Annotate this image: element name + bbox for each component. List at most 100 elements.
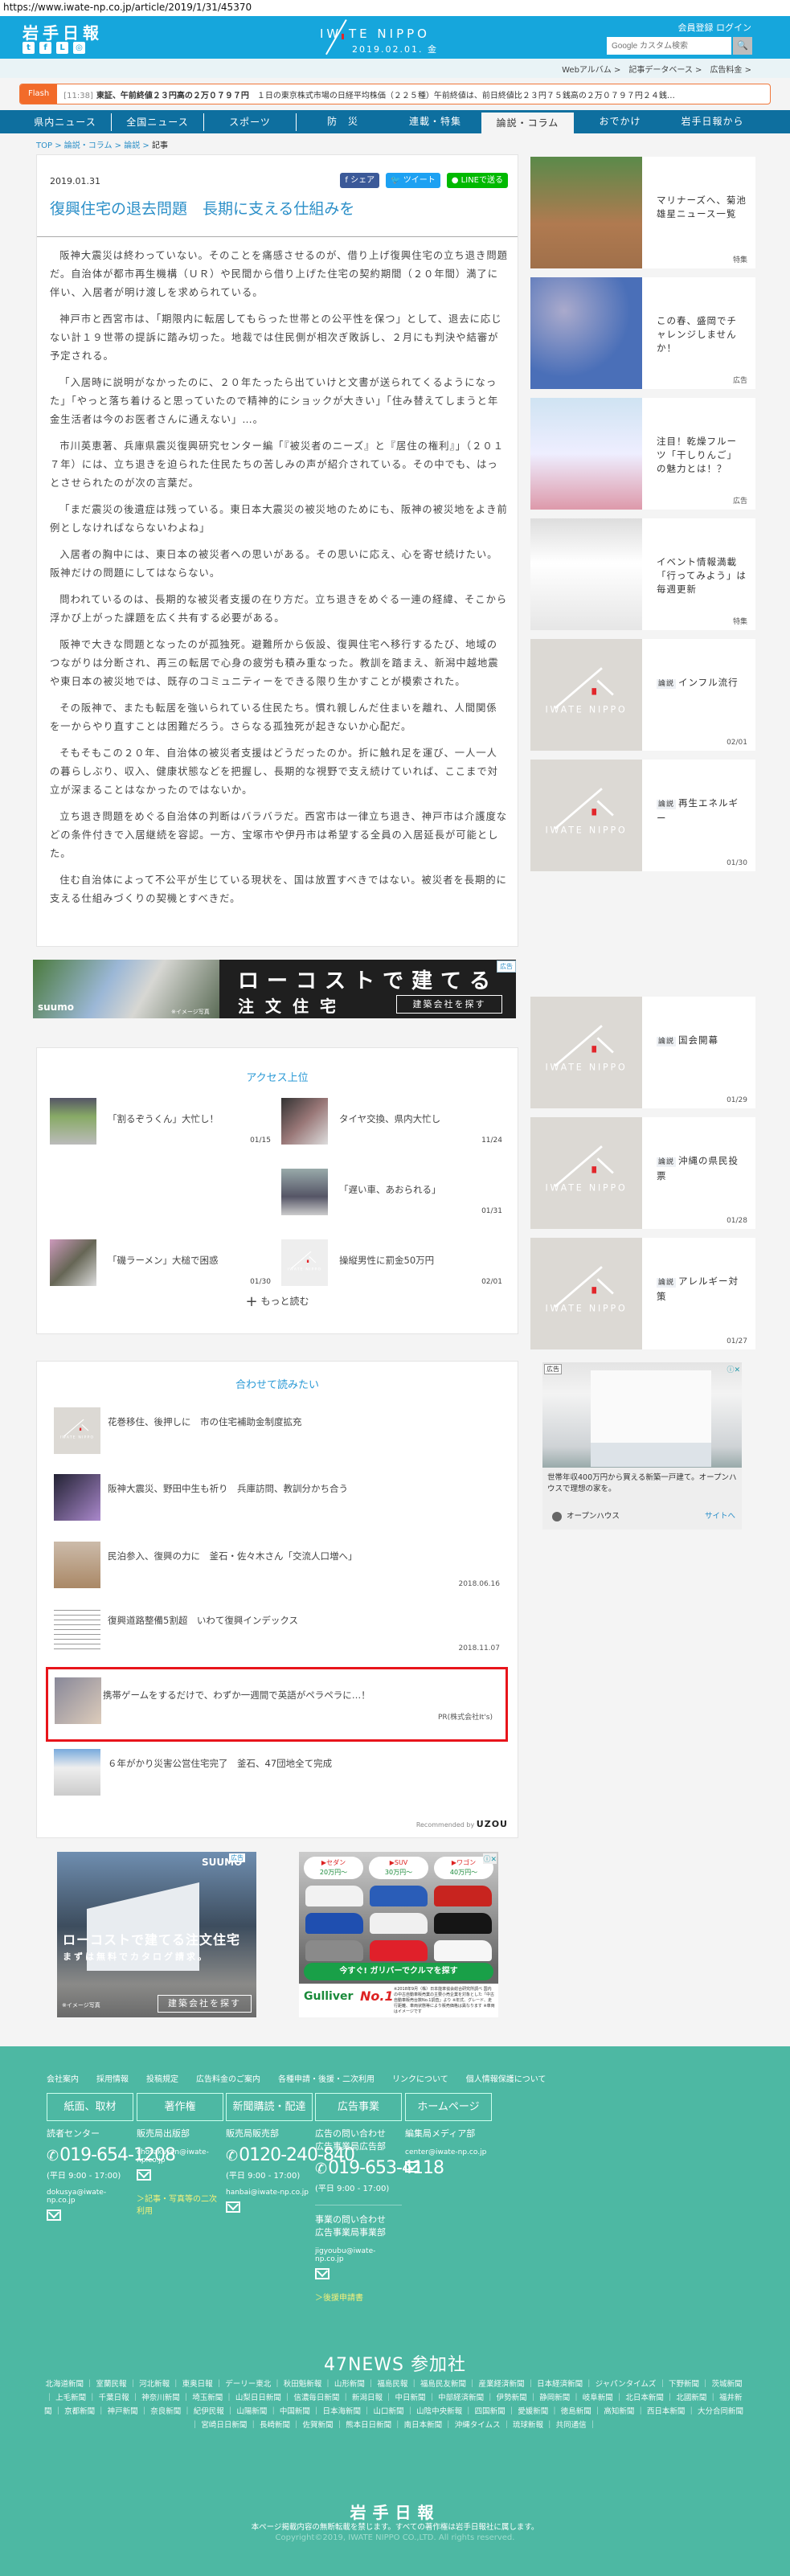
sidebar-item-title[interactable]: 注目！乾燥フルーツ「干しりんご」の魅力とは！？ xyxy=(657,435,747,476)
sidebar-item[interactable]: IWATE NIPPO 論説 国会開幕 01/29 xyxy=(530,997,755,1108)
sidebar-item-title[interactable]: 論説 インフル流行 xyxy=(657,676,747,691)
news47-member[interactable]: 東奥日報 xyxy=(182,2380,213,2389)
item-title[interactable]: 阪神大震災、野田中生も祈り 兵庫訪問、教訓分かち合う xyxy=(108,1482,348,1495)
sidebar-item-title[interactable]: 論説 アレルギー対策 xyxy=(657,1275,747,1304)
item-title[interactable]: 携帯ゲームをするだけで、わずか一週間で英語がペラペラに…！ xyxy=(103,1689,370,1702)
ad-cta-button[interactable]: 建築会社を探す xyxy=(396,995,502,1014)
footer-link[interactable]: 広告料金のご案内 xyxy=(196,2072,260,2084)
mail-icon[interactable] xyxy=(137,2169,151,2181)
news47-member[interactable]: 四国新聞 xyxy=(475,2407,506,2416)
ad-cta-button[interactable]: 建築会社を探す xyxy=(158,1995,252,2013)
news47-member[interactable]: 伊勢新聞 xyxy=(497,2394,527,2402)
footer-column-heading[interactable]: ホームページ xyxy=(405,2093,492,2121)
news47-member[interactable]: 大分合同新聞 xyxy=(698,2407,743,2416)
subnav-link[interactable]: 記事データベース > xyxy=(628,63,702,75)
news47-member[interactable]: 愛媛新聞 xyxy=(518,2407,548,2416)
footer-link[interactable]: 各種申請・後援・二次利用 xyxy=(278,2072,375,2084)
footer-link[interactable]: 会社案内 xyxy=(47,2072,79,2084)
sidebar-item[interactable]: イベント情報満載「行ってみよう」は毎週更新 特集 xyxy=(530,518,755,630)
sidebar-item[interactable]: IWATE NIPPO 論説 再生エネルギー 01/30 xyxy=(530,760,755,871)
news47-member[interactable]: 福島民報 xyxy=(377,2380,407,2389)
ad-label[interactable]: 広告 xyxy=(497,960,516,973)
news47-member[interactable]: 福島民友新聞 xyxy=(420,2380,466,2389)
footer-extra-link[interactable]: ＞後援申請書 xyxy=(315,2291,402,2303)
news47-member[interactable]: 熊本日日新聞 xyxy=(346,2421,391,2430)
news47-member[interactable]: 千葉日報 xyxy=(99,2394,129,2402)
nav-tab[interactable]: 論説・コラム xyxy=(481,113,574,133)
news47-member[interactable]: 新潟日報 xyxy=(352,2394,383,2402)
sidebar-item-title[interactable]: この春、盛岡でチャレンジしませんか！ xyxy=(657,314,747,355)
news47-member[interactable]: 埼玉新聞 xyxy=(192,2394,223,2402)
gulliver-ad[interactable]: ▶セダン 20万円～ ▶SUV 30万円～ ▶ワゴン 40万円～ 今すぐ! ガリバーでクル… xyxy=(299,1852,498,2017)
news47-member[interactable]: 宮崎日日新聞 xyxy=(201,2421,247,2430)
recommended-by[interactable]: Recommended by UZOU xyxy=(416,1819,508,1829)
news47-member[interactable]: 高知新聞 xyxy=(604,2407,634,2416)
mail-icon[interactable] xyxy=(405,2161,420,2173)
facebook-icon[interactable]: f xyxy=(39,42,51,54)
ranking-item[interactable]: 「割るぞうくん」大忙し！ 01/15 xyxy=(50,1098,271,1145)
news47-member[interactable]: 室蘭民報 xyxy=(96,2380,127,2389)
news47-member[interactable]: 長崎新聞 xyxy=(260,2421,290,2430)
news47-member[interactable]: 山口新聞 xyxy=(374,2407,404,2416)
category-pill[interactable]: ▶セダン 20万円～ xyxy=(304,1857,363,1879)
category-pill[interactable]: ▶SUV 30万円～ xyxy=(369,1857,428,1879)
address-bar[interactable]: https://www.iwate-np.co.jp/article/2019/… xyxy=(0,0,790,16)
news47-member[interactable]: 静岡新聞 xyxy=(539,2394,570,2402)
ranking-item[interactable]: 「遅い車、あおられる」 01/31 xyxy=(281,1169,502,1215)
related-item[interactable]: 阪神大震災、野田中生も祈り 兵庫訪問、教訓分かち合う xyxy=(54,1474,500,1521)
footer-column-heading[interactable]: 広告事業 xyxy=(315,2093,402,2121)
sidebar-item[interactable]: マリナーズへ、菊池雄星ニュース一覧 特集 xyxy=(530,157,755,268)
news47-member[interactable]: 山陰中央新報 xyxy=(416,2407,462,2416)
sidebar-item[interactable]: この春、盛岡でチャレンジしませんか！ 広告 xyxy=(530,277,755,389)
ad-cta-button[interactable]: 今すぐ! ガリバーでクルマを探す xyxy=(304,1963,493,1980)
footer-column-heading[interactable]: 新聞購読・配達 xyxy=(226,2093,313,2121)
tweet-button[interactable]: 🐦 ツイート xyxy=(386,173,440,188)
news47-member[interactable]: 中国新聞 xyxy=(280,2407,310,2416)
related-item[interactable]: ６年がかり災害公営住宅完了 釜石、47団地全て完成 xyxy=(54,1749,500,1796)
nav-tab[interactable]: おでかけ xyxy=(574,110,666,133)
news47-member[interactable]: 南日本新聞 xyxy=(404,2421,443,2430)
news47-member[interactable]: 日本経済新聞 xyxy=(537,2380,583,2389)
sidebar-ad[interactable]: 広告 ⓘ✕ 世帯年収400万円から買える新築一戸建て。オープンハウスで理想の家を… xyxy=(542,1362,742,1530)
news47-member[interactable]: 河北新報 xyxy=(139,2380,170,2389)
email-address[interactable]: chosakuken@iwate-np.co.jp xyxy=(137,2148,223,2164)
news47-member[interactable]: 岐阜新聞 xyxy=(583,2394,613,2402)
sidebar-item-title[interactable]: 論説 国会開幕 xyxy=(657,1034,747,1049)
email-address[interactable]: hanbai@iwate-np.co.jp xyxy=(226,2189,313,2197)
news47-member[interactable]: 秋田魁新報 xyxy=(284,2380,322,2389)
nav-tab[interactable]: 全国ニュース xyxy=(112,113,204,131)
email-address[interactable]: dokusya@iwate-np.co.jp xyxy=(47,2189,133,2205)
sponsored-item[interactable]: 携帯ゲームをするだけで、わずか一週間で英語がペラペラに…！ PR(株式会社It's… xyxy=(46,1667,508,1742)
email-address[interactable]: jigyoubu@iwate-np.co.jp xyxy=(315,2247,402,2263)
footer-extra-link[interactable]: ＞記事・写真等の二次利用 xyxy=(137,2192,223,2216)
footer-link[interactable]: 個人情報保護について xyxy=(466,2072,546,2084)
news47-member[interactable]: 信濃毎日新聞 xyxy=(293,2394,339,2402)
sidebar-item-title[interactable]: 論説 再生エネルギー xyxy=(657,797,747,825)
sidebar-item[interactable]: IWATE NIPPO 論説 アレルギー対策 01/27 xyxy=(530,1238,755,1349)
suumo-square-ad[interactable]: SUUMO 広告 ローコストで建てる注文住宅 まずは無料でカタログ請求。 ※イメ… xyxy=(57,1852,256,2017)
item-title[interactable]: ６年がかり災害公営住宅完了 釜石、47団地全て完成 xyxy=(108,1757,332,1770)
mail-icon[interactable] xyxy=(315,2268,330,2279)
news47-member[interactable]: 北海道新聞 xyxy=(45,2380,84,2389)
brand-logo[interactable]: IW TE NIPPO 2019.02.01. 金 xyxy=(313,19,482,56)
news47-member[interactable]: 山形新聞 xyxy=(334,2380,365,2389)
nav-tab[interactable]: スポーツ xyxy=(204,113,297,131)
news47-member[interactable]: ジャパンタイムズ xyxy=(596,2380,657,2389)
ranking-title[interactable]: 操縦男性に罰金50万円 xyxy=(339,1254,434,1267)
nav-tab[interactable]: 岩手日報から xyxy=(666,110,759,133)
subnav-link[interactable]: 広告料金 > xyxy=(710,63,751,75)
breadcrumb-item[interactable]: 論説 xyxy=(124,141,140,150)
news47-member[interactable]: 北國新聞 xyxy=(676,2394,706,2402)
ranking-title[interactable]: 「遅い車、あおられる」 xyxy=(339,1183,441,1196)
news47-member[interactable]: 神戸新聞 xyxy=(108,2407,138,2416)
news47-member[interactable]: 北日本新聞 xyxy=(625,2394,664,2402)
ad-site-link[interactable]: サイトへ xyxy=(705,1509,735,1521)
related-item[interactable]: 復興道路整備5割超 いわて復興インデックス 2018.11.07 xyxy=(54,1606,500,1652)
mail-icon[interactable] xyxy=(47,2209,61,2221)
sidebar-item[interactable]: 注目！乾燥フルーツ「干しりんご」の魅力とは！？ 広告 xyxy=(530,398,755,510)
breadcrumb-item[interactable]: 論説・コラム xyxy=(64,141,113,150)
twitter-icon[interactable]: t xyxy=(23,42,35,54)
sidebar-item[interactable]: IWATE NIPPO 論説 沖縄の県民投票 01/28 xyxy=(530,1117,755,1229)
sidebar-item-title[interactable]: マリナーズへ、菊池雄星ニュース一覧 xyxy=(657,194,747,221)
sidebar-item[interactable]: IWATE NIPPO 論説 インフル流行 02/01 xyxy=(530,639,755,751)
